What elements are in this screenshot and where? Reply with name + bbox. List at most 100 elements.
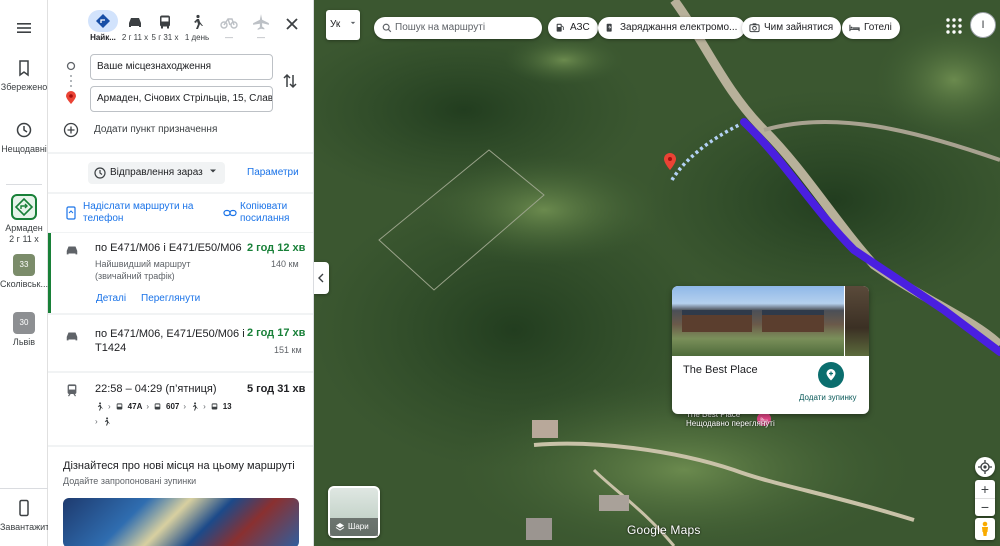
chip-hotels[interactable]: Готелі — [842, 17, 900, 39]
rail-recent[interactable]: Нещодавні — [0, 120, 48, 155]
directions-panel: Найк... 2 г 11 х 5 г 31 х 1 день — — Ваш… — [48, 0, 314, 546]
history-icon — [16, 122, 32, 138]
car-icon — [129, 18, 141, 27]
rail-saved[interactable]: Збережено — [0, 58, 48, 93]
zoom-in-button[interactable]: + — [975, 480, 995, 498]
mode-bike[interactable]: — — [214, 10, 244, 42]
language-select[interactable]: Ук — [326, 10, 360, 40]
map-view[interactable]: 🛏 The Best Place Нещодавно переглянуті У… — [314, 0, 1000, 546]
chip-things-to-do[interactable]: Чим зайнятися — [742, 17, 842, 39]
apps-grid-button[interactable] — [942, 14, 966, 38]
depart-card: Відправлення зараз Параметри — [48, 154, 313, 192]
destination-input[interactable]: Армаден, Січових Стрільців, 15, Славськ — [90, 86, 273, 112]
account-avatar[interactable]: І — [970, 12, 996, 38]
bed-icon — [849, 24, 860, 32]
swap-icon[interactable] — [282, 72, 298, 90]
route-1-details-link[interactable]: Деталі — [96, 293, 126, 304]
bookmark-icon — [19, 60, 29, 77]
route-1-preview-link[interactable]: Переглянути — [141, 293, 200, 304]
transit-option[interactable]: 22:58 – 04:29 (п’ятниця) 5 год 31 хв › 4… — [48, 373, 313, 445]
left-rail: Збережено Нещодавні Армаден 2 г 11 х 33 … — [0, 0, 62, 546]
place-card[interactable]: The Best Place Додати зупинку — [672, 286, 869, 414]
directions-card: Найк... 2 г 11 х 5 г 31 х 1 день — — Ваш… — [48, 0, 313, 152]
mode-walk[interactable]: 1 день — [182, 10, 212, 42]
mode-best-label: Найк... — [90, 33, 116, 42]
satellite-imagery: 🛏 — [314, 0, 1000, 546]
mode-car[interactable]: 2 г 11 х — [120, 10, 150, 42]
mode-transit[interactable]: 5 г 31 х — [150, 10, 180, 42]
add-destination-icon[interactable] — [63, 122, 79, 138]
mode-flight[interactable]: — — [246, 10, 276, 42]
route-1-desc: Найшвидший маршрут (звичайний трафік) — [95, 259, 191, 281]
chip-hotels-label: Готелі — [864, 22, 892, 33]
bus-1-number: 47A — [127, 402, 143, 411]
link-icon — [223, 209, 237, 217]
chip-gas[interactable]: АЗС — [548, 17, 598, 39]
share-card: Надіслати маршрути на телефон Копіювати … — [48, 194, 313, 232]
bus-icon — [160, 15, 170, 29]
menu-button[interactable] — [0, 18, 48, 42]
search-icon — [382, 23, 392, 33]
close-directions-button[interactable] — [282, 14, 302, 34]
apps-grid-icon — [946, 18, 962, 34]
route-option-2[interactable]: по E471/M06, E471/E50/M06 і T1424 2 год … — [48, 315, 313, 371]
copy-links-link[interactable]: Копіювати посилання — [240, 201, 310, 225]
route-2-distance: 151 км — [274, 345, 302, 355]
hamburger-menu-icon — [17, 23, 31, 33]
layers-label: Шари — [348, 522, 369, 531]
route-search-placeholder: Пошук на маршруті — [395, 22, 486, 33]
gas-station-icon — [556, 23, 564, 32]
walk-icon — [97, 402, 103, 411]
send-to-phone-icon — [66, 206, 76, 220]
step-chevron: › — [203, 402, 206, 411]
lviv-thumbnail: 30 — [13, 312, 35, 334]
collapse-panel-button[interactable] — [314, 262, 329, 294]
my-location-button[interactable] — [975, 457, 995, 477]
rail-lviv[interactable]: 30 Львів — [0, 312, 48, 348]
place-map-sublabel: Нещодавно переглянуті — [686, 419, 775, 428]
google-maps-logo: Google Maps — [627, 523, 701, 537]
depart-now-dropdown[interactable]: Відправлення зараз — [88, 162, 225, 184]
my-location-icon — [978, 460, 992, 474]
add-destination-link[interactable]: Додати пункт призначення — [94, 124, 217, 135]
origin-text: Ваше місцезнаходження — [97, 61, 212, 72]
transit-time: 22:58 – 04:29 (п’ятниця) — [95, 383, 217, 395]
directions-icon — [11, 194, 37, 220]
rail-armaden[interactable]: Армаден 2 г 11 х — [0, 194, 48, 245]
route-option-1[interactable]: по E471/M06 і E471/E50/M06 2 год 12 хв Н… — [48, 233, 313, 313]
discover-image[interactable] — [63, 498, 299, 546]
chip-ev-charging[interactable]: Заряджання електромо... — [598, 17, 746, 39]
origin-input[interactable]: Ваше місцезнаходження — [90, 54, 273, 80]
step-chevron: › — [108, 402, 111, 411]
rail-download-app[interactable]: Завантажити... — [0, 498, 62, 533]
walk-icon — [194, 14, 203, 29]
add-stop-button[interactable] — [818, 362, 844, 388]
place-photo-secondary[interactable] — [845, 286, 869, 356]
mode-transit-label: 5 г 31 х — [151, 33, 179, 42]
zoom-out-button[interactable]: − — [975, 498, 995, 516]
chip-things-label: Чим зайнятися — [764, 22, 834, 33]
discover-title: Дізнайтеся про нові місця на цьому маршр… — [63, 460, 295, 472]
rail-divider — [6, 184, 42, 185]
step-chevron: › — [146, 402, 150, 411]
options-link[interactable]: Параметри — [247, 167, 299, 178]
place-photo-main[interactable] — [672, 286, 844, 356]
route-search-input[interactable]: Пошук на маршруті — [374, 17, 542, 39]
rail-lviv-label: Львів — [12, 337, 36, 347]
mode-best[interactable]: Найк... — [88, 10, 118, 42]
rail-skole[interactable]: 33 Сколівськ... — [0, 254, 48, 290]
layers-label-bar: Шари — [330, 518, 378, 536]
flight-icon — [253, 14, 269, 30]
zoom-control: + − — [975, 480, 995, 516]
transit-duration: 5 год 31 хв — [247, 383, 306, 395]
layers-button[interactable]: Шари — [328, 486, 380, 538]
route-1-via: по E471/M06 і E471/E50/M06 — [95, 242, 242, 254]
add-stop-label[interactable]: Додати зупинку — [799, 393, 856, 402]
bike-icon — [220, 18, 238, 29]
best-route-icon — [88, 10, 118, 32]
rail-armaden-label: Армаден — [5, 223, 43, 233]
pegman-button[interactable] — [975, 518, 995, 540]
send-to-phone-link[interactable]: Надіслати маршрути на телефон — [83, 201, 203, 225]
avatar-letter: І — [981, 19, 985, 31]
walk-icon — [104, 417, 110, 426]
